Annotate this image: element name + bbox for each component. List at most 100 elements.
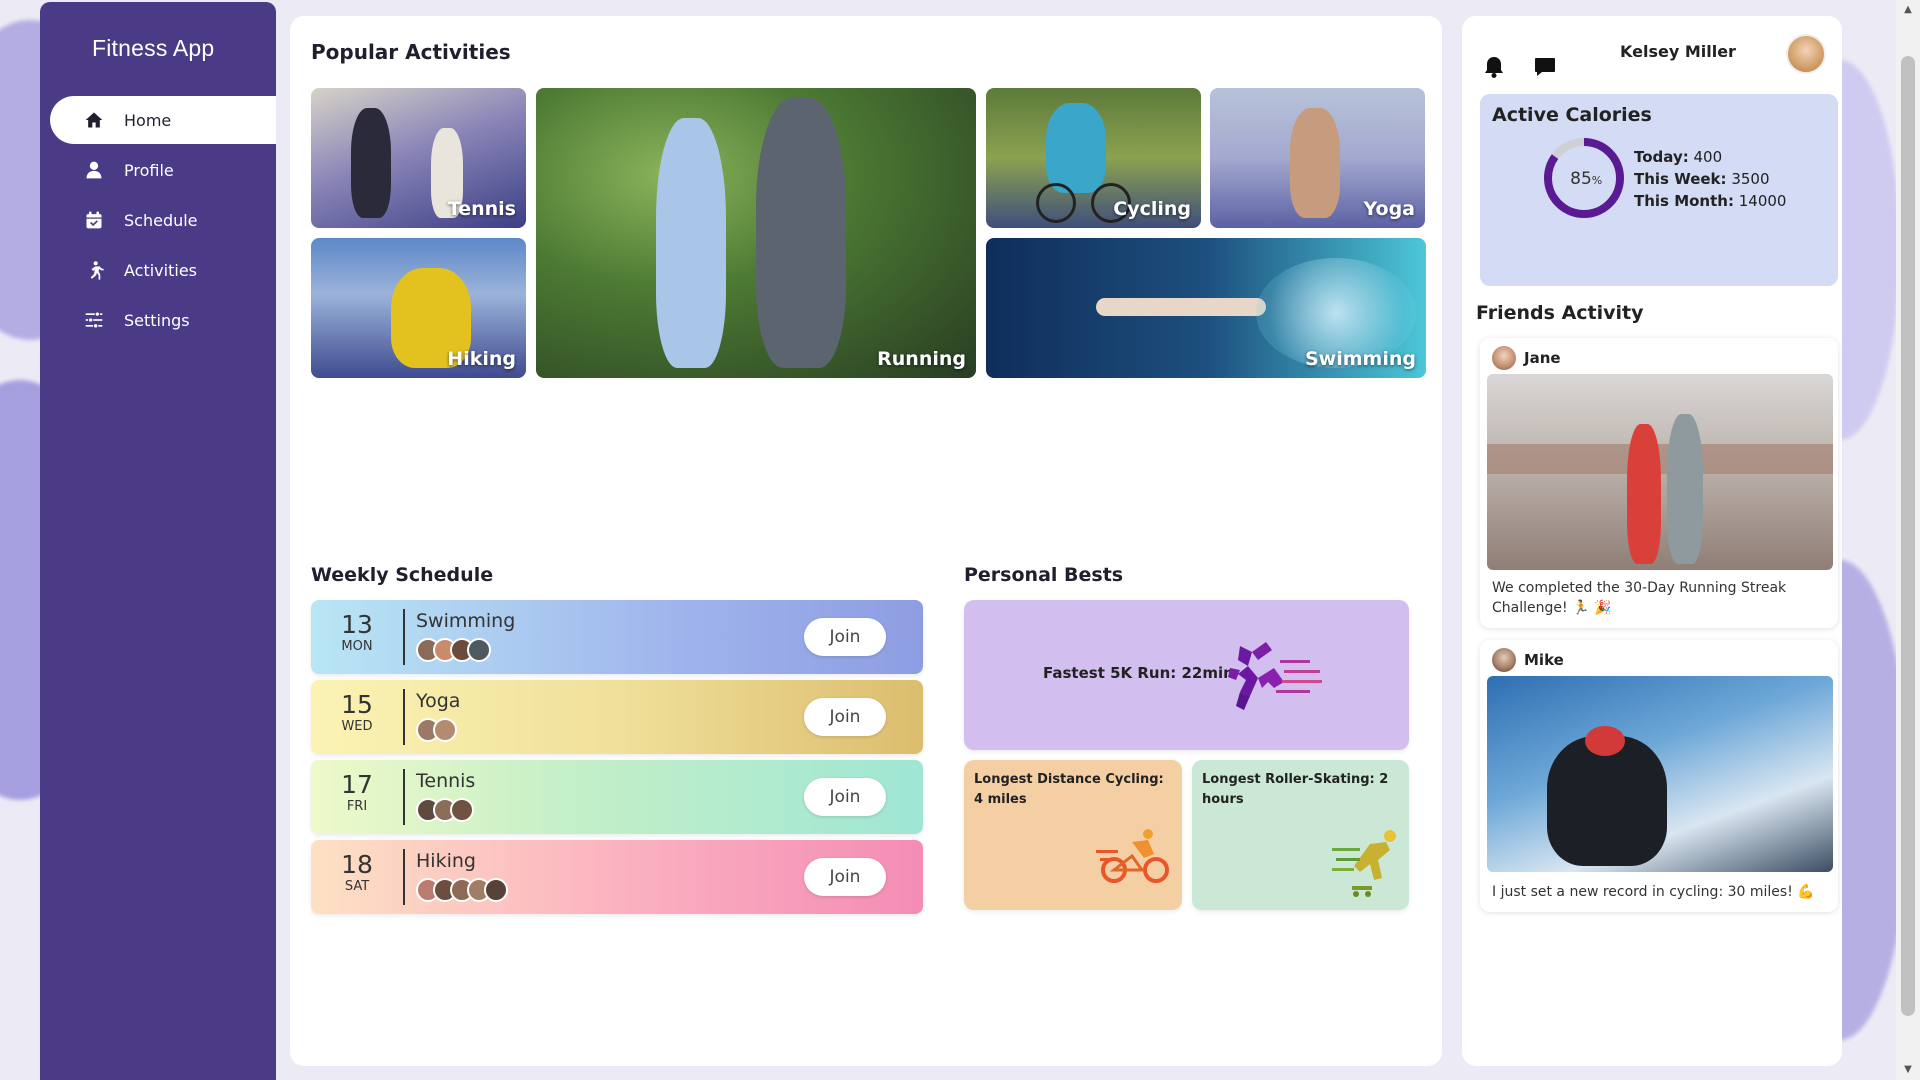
schedule-row-hiking: 18 SAT Hiking Join: [311, 840, 923, 914]
sliders-icon: [82, 308, 106, 332]
schedule-date: 15 WED: [311, 680, 403, 754]
schedule-activity: Hiking: [416, 850, 476, 872]
bell-icon[interactable]: [1484, 56, 1504, 78]
divider: [403, 689, 405, 745]
schedule-date: 13 MON: [311, 600, 403, 674]
personal-bests-title: Personal Bests: [964, 564, 1124, 586]
cycling-icon: [1096, 829, 1169, 883]
bike-wheel: [1036, 183, 1076, 223]
sidebar-item-schedule[interactable]: Schedule: [50, 196, 276, 244]
sidebar: Fitness App Home Profile Schedule Activi…: [40, 2, 276, 1080]
friends-activity-title: Friends Activity: [1476, 302, 1644, 324]
personal-best-5k-card[interactable]: Fastest 5K Run: 22min: [964, 600, 1409, 750]
progress-percent: 85: [1570, 169, 1592, 189]
avatar[interactable]: [1492, 346, 1516, 370]
calories-progress-ring: 85 %: [1544, 138, 1624, 218]
sidebar-item-settings[interactable]: Settings: [50, 296, 276, 344]
join-button[interactable]: Join: [804, 858, 886, 896]
post-text: We completed the 30-Day Running Streak C…: [1492, 580, 1787, 616]
friend-name[interactable]: Jane: [1524, 349, 1561, 367]
runner-figure: [656, 118, 726, 368]
stat-value: 400: [1693, 148, 1723, 166]
avatar: [433, 718, 457, 742]
sidebar-item-label: Activities: [124, 260, 197, 280]
post-text: I just set a new record in cycling: 30 m…: [1492, 884, 1815, 900]
divider: [403, 609, 405, 665]
activity-tile-swimming[interactable]: Swimming: [986, 238, 1426, 378]
activity-tile-yoga[interactable]: Yoga: [1210, 88, 1425, 228]
tile-label: Tennis: [447, 198, 516, 220]
chat-icon[interactable]: [1534, 57, 1556, 77]
stat-value: 3500: [1731, 170, 1770, 188]
sidebar-item-activities[interactable]: Activities: [50, 246, 276, 294]
activity-tile-tennis[interactable]: Tennis: [311, 88, 526, 228]
avatar[interactable]: [1786, 34, 1826, 74]
tile-label: Swimming: [1305, 348, 1416, 370]
skating-icon: [1332, 830, 1396, 897]
runner-figure: [756, 98, 846, 368]
activity-tile-hiking[interactable]: Hiking: [311, 238, 526, 378]
tile-label: Running: [877, 348, 966, 370]
schedule-activity: Tennis: [416, 770, 476, 792]
sidebar-item-label: Settings: [124, 310, 190, 330]
home-icon: [82, 108, 106, 132]
avatar: [467, 638, 491, 662]
sidebar-item-home[interactable]: Home: [50, 96, 276, 144]
sidebar-item-profile[interactable]: Profile: [50, 146, 276, 194]
active-calories-card: Active Calories 85 % Today: 400 This Wee…: [1480, 94, 1838, 286]
post-photo[interactable]: [1487, 676, 1833, 872]
personal-best-skating-card[interactable]: Longest Roller-Skating: 2 hours: [1192, 760, 1409, 910]
schedule-activity: Yoga: [416, 690, 461, 712]
running-icon: [82, 258, 106, 282]
runner-figure: [1667, 414, 1703, 564]
popular-activities-title: Popular Activities: [311, 40, 511, 64]
schedule-row-yoga: 15 WED Yoga Join: [311, 680, 923, 754]
cyclist-helmet: [1585, 726, 1625, 756]
post-photo[interactable]: [1487, 374, 1833, 570]
schedule-date: 17 FRI: [311, 760, 403, 834]
tile-label: Yoga: [1363, 198, 1416, 220]
divider: [403, 769, 405, 825]
personal-best-text: Longest Roller-Skating: 2 hours: [1202, 772, 1389, 807]
app-logo[interactable]: Fitness App: [92, 35, 214, 62]
scroll-thumb[interactable]: [1901, 56, 1915, 1016]
post-header: Jane: [1492, 346, 1561, 370]
schedule-weekday: FRI: [346, 799, 368, 814]
activity-tile-running[interactable]: Running: [536, 88, 976, 378]
personal-best-text: Longest Distance Cycling: 4 miles: [974, 772, 1164, 807]
schedule-weekday: SAT: [344, 879, 370, 894]
schedule-date: 18 SAT: [311, 840, 403, 914]
schedule-day: 13: [341, 610, 373, 639]
avatar[interactable]: [1492, 648, 1516, 672]
scroll-down-arrow[interactable]: ▼: [1902, 1064, 1914, 1076]
tennis-player-figure: [351, 108, 391, 218]
schedule-day: 17: [341, 770, 373, 799]
participant-avatars: [416, 878, 508, 902]
stat-value: 14000: [1738, 192, 1787, 210]
right-panel: Kelsey Miller Active Calories 85 % Today…: [1462, 16, 1842, 1066]
personal-best-text: Fastest 5K Run: 22min: [1043, 664, 1234, 682]
page-scrollbar[interactable]: ▲ ▼: [1896, 0, 1920, 1080]
calendar-icon: [82, 208, 106, 232]
friend-post-mike: Mike I just set a new record in cycling:…: [1480, 640, 1838, 912]
participant-avatars: [416, 718, 457, 742]
participant-avatars: [416, 638, 491, 662]
activity-tile-cycling[interactable]: Cycling: [986, 88, 1201, 228]
scroll-up-arrow[interactable]: ▲: [1902, 4, 1914, 16]
join-button[interactable]: Join: [804, 618, 886, 656]
active-calories-title: Active Calories: [1492, 104, 1652, 126]
user-name[interactable]: Kelsey Miller: [1620, 42, 1736, 61]
join-button[interactable]: Join: [804, 698, 886, 736]
personal-best-cycling-card[interactable]: Longest Distance Cycling: 4 miles: [964, 760, 1182, 910]
post-header: Mike: [1492, 648, 1564, 672]
swimmer-figure: [1096, 298, 1266, 316]
tile-label: Hiking: [447, 348, 516, 370]
running-person-icon: [1228, 642, 1322, 710]
join-button[interactable]: Join: [804, 778, 886, 816]
calories-stats: Today: 400 This Week: 3500 This Month: 1…: [1634, 146, 1786, 212]
sidebar-item-label: Schedule: [124, 210, 198, 230]
schedule-day: 15: [341, 690, 373, 719]
tile-label: Cycling: [1113, 198, 1191, 220]
user-icon: [82, 158, 106, 182]
friend-name[interactable]: Mike: [1524, 651, 1564, 669]
